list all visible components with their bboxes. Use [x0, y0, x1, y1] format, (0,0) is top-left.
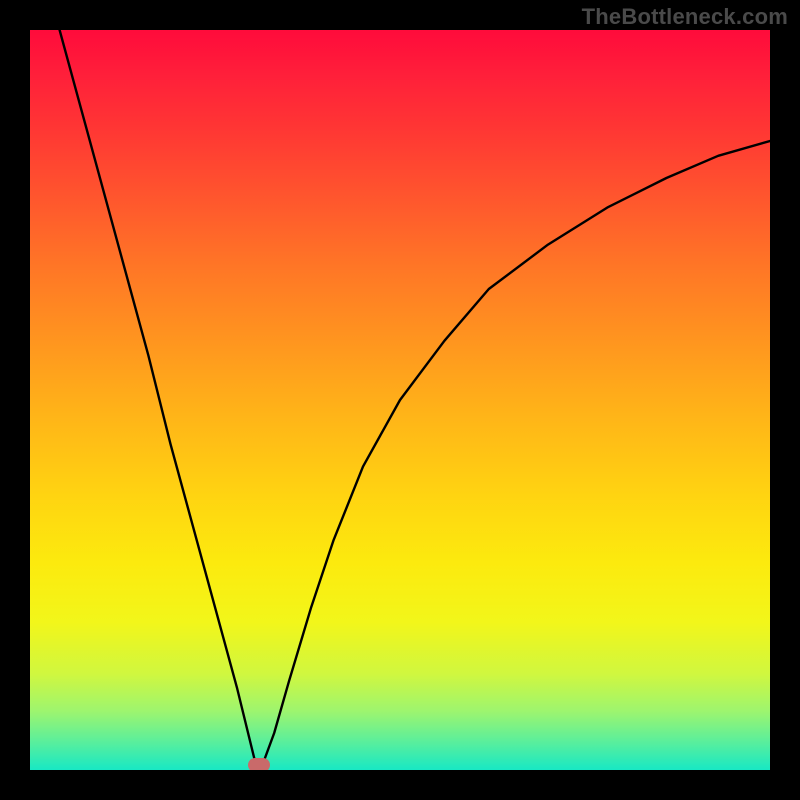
watermark-text: TheBottleneck.com	[582, 4, 788, 30]
plot-area	[30, 30, 770, 770]
curve-right-branch	[264, 141, 770, 761]
curve-left-branch	[60, 30, 255, 761]
curve-svg	[30, 30, 770, 770]
chart-frame: TheBottleneck.com	[0, 0, 800, 800]
minimum-marker	[248, 758, 270, 770]
